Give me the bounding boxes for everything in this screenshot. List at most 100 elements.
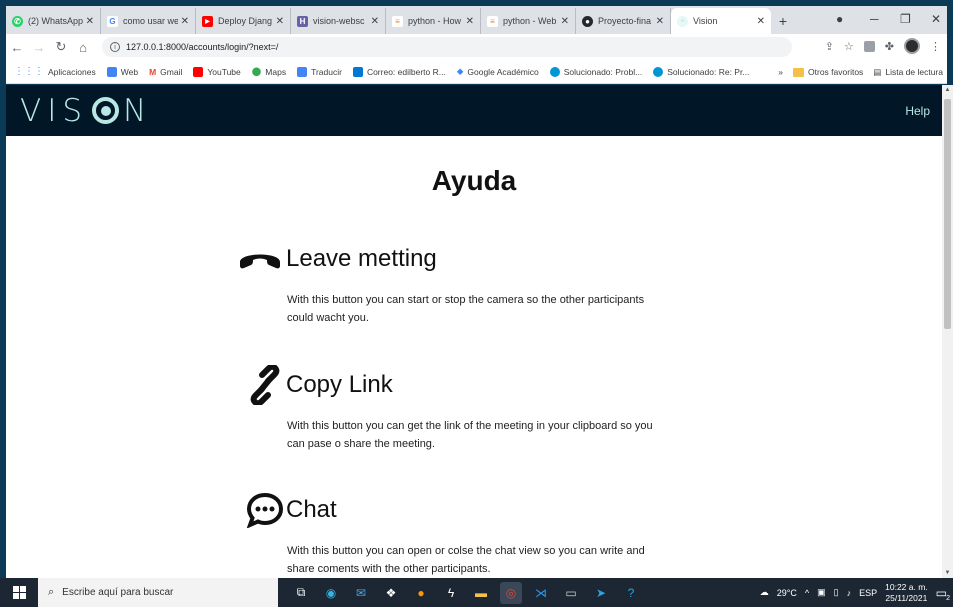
vscode-icon[interactable]: ⋊ (530, 582, 552, 604)
browser-tab[interactable]: ≡ python - Web ✕ (481, 8, 576, 34)
close-window-icon[interactable]: ✕ (931, 6, 941, 32)
battery-icon[interactable]: ▯ (834, 587, 839, 598)
reading-list-label: Lista de lectura (885, 67, 943, 77)
tab-label: python - How (408, 16, 462, 26)
bookmark-item[interactable]: ◆ Google Académico (457, 66, 539, 77)
bookmark-label: Aplicaciones (48, 66, 96, 77)
bookmark-label: Maps (265, 66, 287, 77)
section-description: With this button you can get the link of… (287, 420, 653, 450)
back-icon[interactable]: ← (6, 40, 28, 55)
bookmark-item[interactable]: M Gmail (149, 67, 182, 77)
close-icon[interactable]: ✕ (656, 16, 664, 27)
windows-logo-icon (12, 586, 26, 599)
windows-start-button[interactable] (0, 578, 38, 607)
reading-list-button[interactable]: ▤ Lista de lectura (873, 67, 943, 78)
browser-tab-strip: ✆ (2) WhatsApp ✕ G como usar we ✕ ▶ Depl… (6, 6, 947, 34)
browser-tab[interactable]: ● Proyecto-fina ✕ (576, 8, 671, 34)
close-icon[interactable]: ✕ (561, 16, 569, 27)
minimize-icon[interactable]: ─ (870, 6, 879, 32)
close-icon[interactable]: ✕ (371, 16, 379, 27)
forward-icon[interactable]: → (28, 40, 50, 55)
weather-icon[interactable]: ☁ (760, 587, 769, 598)
tab-label: Vision (693, 16, 718, 26)
bookmark-item[interactable]: Traducir (297, 66, 342, 77)
close-icon[interactable]: ✕ (757, 16, 765, 27)
whatsapp-icon: ✆ (12, 15, 23, 27)
bookmark-item[interactable]: Web (106, 66, 138, 77)
bookmark-item[interactable]: Correo: edilberto R... (352, 66, 446, 77)
share-icon[interactable]: ⇪ (825, 40, 834, 53)
translate-icon (297, 66, 308, 77)
bookmark-item[interactable]: ⬤ Maps (252, 66, 286, 77)
language-indicator[interactable]: ESP (859, 588, 877, 598)
browser-tab-active[interactable]: ● Vision ✕ (671, 8, 771, 34)
section-title: Copy Link (286, 371, 393, 398)
menu-kebab-icon[interactable]: ⋮ (930, 40, 941, 53)
terminal-icon[interactable]: ▭ (560, 582, 582, 604)
bookmark-star-icon[interactable]: ☆ (844, 40, 854, 53)
close-icon[interactable]: ✕ (181, 16, 189, 27)
clock-time: 10:22 a. m. (885, 581, 928, 592)
taskbar-apps: ⧉ ◉ ✉ ❖ ● ϟ ▬ ◎ ⋊ ▭ ➤ ? (290, 581, 642, 604)
browser-tab[interactable]: ✆ (2) WhatsApp ✕ (6, 8, 101, 34)
restore-icon[interactable]: ❐ (900, 6, 911, 32)
telegram-icon[interactable]: ➤ (590, 582, 612, 604)
file-explorer-icon[interactable]: ▬ (470, 582, 492, 604)
firefox-icon[interactable]: ● (410, 582, 432, 604)
new-tab-button[interactable]: + (771, 8, 795, 34)
address-bar[interactable]: i 127.0.0.1:8000/accounts/login/?next=/ (102, 37, 792, 57)
network-icon[interactable]: ▣ (817, 587, 826, 598)
bookmarks-overflow-button[interactable]: » (778, 67, 783, 77)
bookmark-item[interactable]: Solucionado: Re: Pr... (653, 66, 749, 77)
site-info-icon[interactable]: i (110, 42, 120, 52)
bookmark-item[interactable]: ⋮⋮⋮ Aplicaciones (14, 66, 96, 77)
browser-tab[interactable]: ≡ python - How ✕ (386, 8, 481, 34)
page-scrollbar[interactable]: ▲ ▼ (942, 85, 953, 578)
browser-tab[interactable]: ▶ Deploy Djang ✕ (196, 8, 291, 34)
reload-icon[interactable]: ↻ (50, 39, 72, 55)
extension-icon[interactable] (863, 40, 875, 52)
close-icon[interactable]: ✕ (466, 16, 474, 27)
scrollbar-thumb[interactable] (944, 99, 951, 329)
other-bookmarks-folder[interactable]: Otros favoritos (793, 67, 863, 77)
hp-icon (653, 66, 664, 77)
task-view-icon[interactable]: ⧉ (290, 582, 312, 604)
help-link[interactable]: Help (905, 104, 930, 118)
browser-tab[interactable]: H vision-websc ✕ (291, 8, 386, 34)
folder-icon (793, 67, 805, 77)
edge-icon[interactable]: ◉ (320, 582, 342, 604)
lightning-app-icon[interactable]: ϟ (440, 582, 462, 604)
stackoverflow-icon: ≡ (392, 15, 403, 27)
bookmark-item[interactable]: Solucionado: Probl... (549, 66, 642, 77)
help-section-copy-link: Copy Link With this button you can get t… (226, 365, 666, 453)
profile-indicator-icon[interactable]: ● (836, 6, 843, 32)
vision-logo[interactable]: VIS N (20, 93, 152, 129)
mail-icon[interactable]: ✉ (350, 582, 372, 604)
scroll-down-icon[interactable]: ▼ (944, 570, 951, 576)
browser-tab[interactable]: G como usar we ✕ (101, 8, 196, 34)
tab-label: como usar we (123, 16, 178, 26)
section-title: Chat (286, 496, 337, 523)
google-icon: G (107, 15, 118, 27)
tray-overflow-icon[interactable]: ^ (805, 588, 809, 598)
close-icon[interactable]: ✕ (86, 16, 94, 27)
tab-label: python - Web (503, 16, 557, 26)
avatar[interactable] (904, 38, 920, 54)
dropbox-icon[interactable]: ❖ (380, 582, 402, 604)
home-icon[interactable]: ⌂ (72, 40, 94, 55)
temperature[interactable]: 29°C (777, 588, 797, 598)
taskbar-search[interactable]: ⌕ Escribe aquí para buscar (38, 578, 278, 607)
scroll-up-icon[interactable]: ▲ (944, 87, 951, 93)
chrome-icon[interactable]: ◎ (500, 581, 522, 604)
extensions-puzzle-icon[interactable]: ✤ (885, 40, 894, 53)
section-header: Leave metting (226, 239, 666, 279)
system-clock[interactable]: 10:22 a. m. 25/11/2021 (885, 582, 928, 604)
help-app-icon[interactable]: ? (620, 582, 642, 604)
maps-pin-icon: ⬤ (251, 66, 262, 76)
close-icon[interactable]: ✕ (276, 16, 284, 27)
volume-icon[interactable]: ♪ (847, 588, 852, 598)
windows-taskbar: ⌕ Escribe aquí para buscar ⧉ ◉ ✉ ❖ ● ϟ ▬… (0, 578, 953, 607)
hp-icon (549, 66, 560, 77)
bookmark-item[interactable]: YouTube (193, 66, 241, 77)
notifications-icon[interactable]: ▭ 2 (936, 586, 950, 602)
